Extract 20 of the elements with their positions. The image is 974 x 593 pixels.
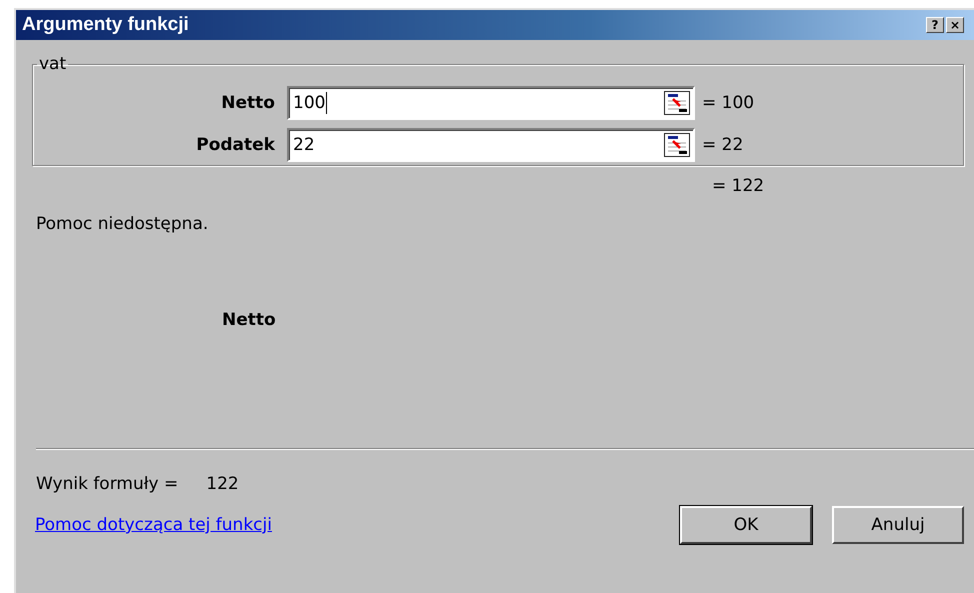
argument-name: Netto xyxy=(222,310,277,330)
help-text: Pomoc niedostępna. xyxy=(36,214,210,234)
function-result: = 122 xyxy=(712,176,764,196)
window-title: Argumenty funkcji xyxy=(22,14,189,36)
help-button[interactable]: ? xyxy=(926,17,944,33)
cancel-button[interactable]: Anuluj xyxy=(832,506,964,544)
collapse-dialog-icon[interactable] xyxy=(664,91,690,115)
argument-label: Netto xyxy=(220,93,276,113)
ok-button[interactable]: OK xyxy=(680,506,812,544)
collapse-dialog-icon[interactable] xyxy=(664,133,690,157)
group-legend: vat xyxy=(37,54,68,74)
argument-result: = 100 xyxy=(702,93,754,113)
argument-field[interactable]: 22 xyxy=(287,128,695,162)
argument-field[interactable]: 100 xyxy=(287,86,695,120)
close-button[interactable]: × xyxy=(946,17,964,33)
help-link[interactable]: Pomoc dotycząca tej funkcji xyxy=(35,515,272,535)
argument-result: = 22 xyxy=(702,135,744,155)
argument-label: Podatek xyxy=(195,135,276,155)
formula-result-label: Wynik formuły = xyxy=(36,474,178,494)
formula-result-value: 122 xyxy=(206,474,239,494)
